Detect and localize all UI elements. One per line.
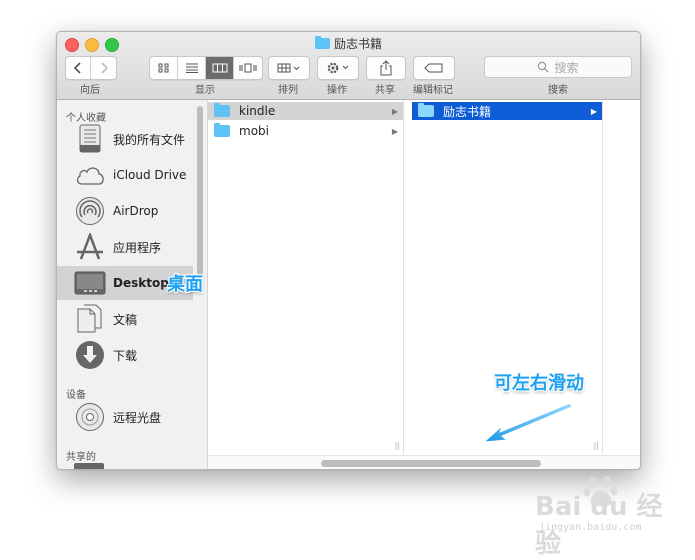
columns-icon (212, 63, 227, 73)
airdrop-icon (74, 195, 106, 227)
view-label: 显示 (195, 85, 215, 96)
search-icon (538, 61, 549, 73)
watermark-url: jingyan.baidu.com (539, 522, 642, 533)
devices-heading: 设备 (66, 390, 86, 401)
list-item-selected-folder[interactable]: 励志书籍 ▶ (412, 102, 602, 120)
gear-icon (327, 62, 349, 74)
action-label: 操作 (327, 85, 347, 96)
share-icon (380, 60, 392, 76)
horizontal-scrollbar[interactable] (208, 455, 640, 469)
column-3 (611, 100, 640, 454)
action-button[interactable] (317, 56, 359, 80)
chevron-right-icon (100, 62, 108, 74)
documents-icon (74, 303, 106, 335)
list-view-button[interactable] (178, 57, 206, 79)
sidebar-item-label: 文稿 (113, 312, 138, 327)
sidebar-item-label: AirDrop (113, 204, 159, 218)
sidebar-item-applications[interactable]: 应用程序 (57, 230, 193, 264)
sidebar-item-downloads[interactable]: 下载 (57, 338, 193, 372)
folder-icon (418, 103, 434, 117)
forward-button[interactable] (91, 57, 116, 79)
arrange-grid-icon (277, 63, 300, 73)
folder-icon (314, 36, 330, 49)
window-title: 励志书籍 (57, 35, 640, 52)
sidebar-item-label: 应用程序 (113, 240, 162, 255)
folder-name: 励志书籍 (443, 104, 492, 119)
disclosure-arrow-icon: ▶ (590, 106, 597, 116)
sidebar-item-label: 我的所有文件 (113, 132, 186, 147)
list-item-kindle[interactable]: kindle ▶ (208, 102, 403, 120)
sidebar-scrollbar[interactable] (197, 106, 203, 276)
search-placeholder: 搜索 (554, 60, 579, 75)
remote-disc-icon (74, 401, 106, 433)
shared-heading: 共享的 (66, 452, 96, 463)
toolbar: 励志书籍 向后 显示 排列 操作 共享 编辑标记 搜索 搜索 (57, 32, 640, 100)
cover-flow-view-button[interactable] (234, 57, 262, 79)
disclosure-arrow-icon: ▶ (391, 106, 398, 116)
arrange-label: 排列 (278, 85, 298, 96)
navigation-group (65, 56, 117, 80)
disclosure-arrow-icon: ▶ (391, 126, 398, 136)
sidebar-item-label: 下载 (113, 348, 138, 363)
window-title-text: 励志书籍 (333, 37, 382, 51)
applications-icon (74, 231, 106, 263)
icon-view-button[interactable] (150, 57, 178, 79)
folder-name: kindle (239, 104, 276, 118)
folder-icon (214, 123, 230, 137)
column-1: kindle ▶ mobi ▶ || (208, 100, 404, 454)
column-view-button[interactable] (206, 57, 234, 79)
sidebar-item-icloud-drive[interactable]: iCloud Drive (57, 158, 193, 192)
back-label: 向后 (80, 85, 100, 96)
scroll-annotation: 可左右滑动 (494, 373, 584, 394)
horizontal-scrollbar-thumb[interactable] (321, 460, 541, 467)
folder-icon (214, 103, 230, 117)
share-button[interactable] (366, 56, 406, 80)
all-files-icon (74, 123, 106, 155)
desktop-icon (74, 267, 106, 299)
downloads-icon (74, 339, 106, 371)
sidebar-item-label: iCloud Drive (113, 168, 187, 182)
sidebar-item-all-files[interactable]: 我的所有文件 (57, 122, 193, 156)
view-mode-group (149, 56, 263, 80)
back-button[interactable] (66, 57, 91, 79)
chevron-left-icon (73, 62, 81, 74)
cloud-icon (74, 159, 106, 191)
annotation-arrow-icon (482, 402, 573, 443)
sidebar-item-remote-disc[interactable]: 远程光盘 (57, 400, 193, 434)
share-label: 共享 (375, 85, 395, 96)
sidebar-item-documents[interactable]: 文稿 (57, 302, 193, 336)
tag-icon (424, 63, 443, 73)
shared-computer-icon (74, 463, 104, 469)
edit-tags-button[interactable] (413, 56, 455, 80)
arrange-button[interactable] (268, 56, 310, 80)
edit-tags-label: 编辑标记 (413, 85, 453, 96)
search-input[interactable]: 搜索 (484, 56, 632, 78)
desktop-annotation: 桌面 (167, 274, 203, 295)
folder-name: mobi (239, 124, 269, 138)
sidebar-item-airdrop[interactable]: AirDrop (57, 194, 193, 228)
column-resize-handle[interactable]: || (594, 441, 599, 450)
cover-flow-icon (239, 63, 257, 73)
search-label: 搜索 (548, 85, 568, 96)
icon-grid-icon (158, 63, 168, 73)
baidu-watermark: Bai du 经验 jingyan.baidu.com (535, 472, 685, 559)
sidebar-item-label: 远程光盘 (113, 410, 162, 425)
list-icon (185, 63, 198, 73)
list-item-mobi[interactable]: mobi ▶ (208, 122, 403, 140)
column-resize-handle[interactable]: || (395, 441, 400, 450)
sidebar-item-label: Desktop (113, 276, 169, 290)
